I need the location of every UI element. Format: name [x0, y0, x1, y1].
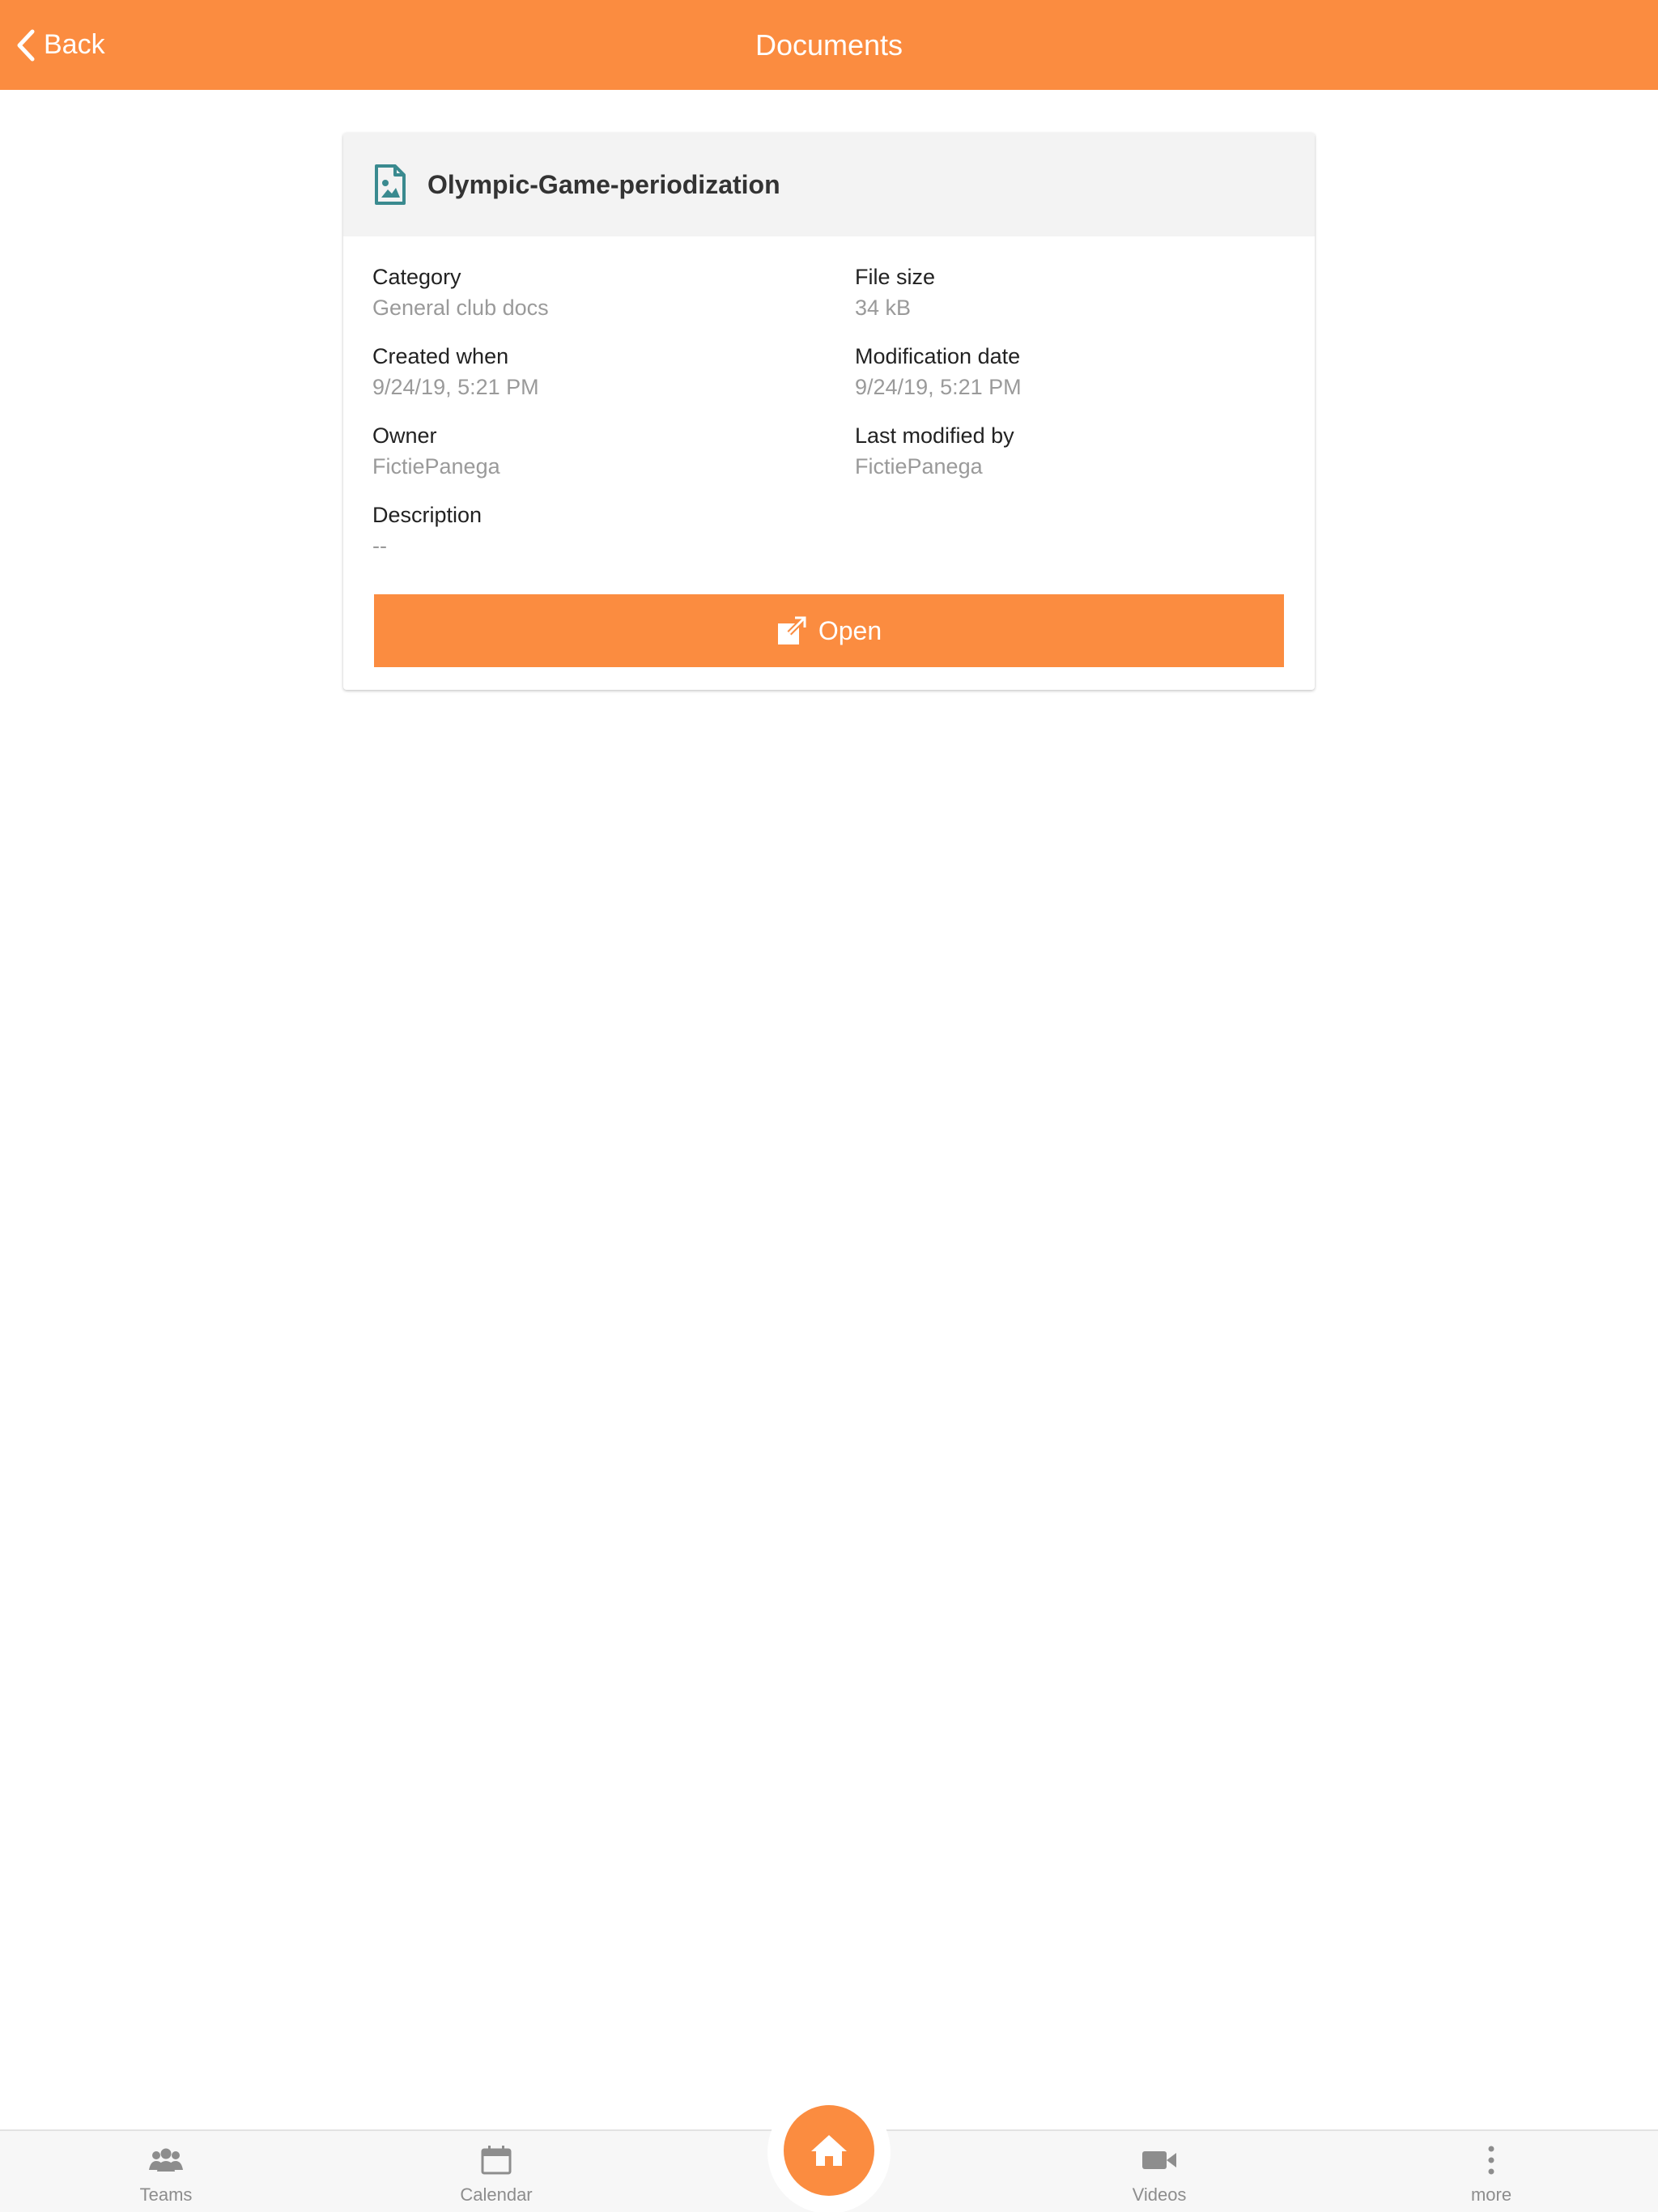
nav-label-videos: Videos — [1132, 2184, 1187, 2205]
nav-item-videos[interactable]: Videos — [1078, 2131, 1240, 2212]
document-title: Olympic-Game-periodization — [427, 169, 780, 199]
nav-label-more: more — [1470, 2184, 1512, 2205]
image-file-icon — [375, 164, 406, 205]
document-card-header: Olympic-Game-periodization — [343, 133, 1315, 236]
field-created-when: Created when 9/24/19, 5:21 PM — [372, 342, 793, 402]
document-card: Olympic-Game-periodization Category Gene… — [343, 133, 1315, 690]
nav-label-calendar: Calendar — [460, 2184, 533, 2205]
field-value: General club docs — [372, 296, 549, 320]
field-label: Category — [372, 265, 461, 289]
open-button-label: Open — [818, 615, 882, 645]
more-vertical-icon — [1488, 2146, 1494, 2175]
video-camera-icon — [1142, 2151, 1176, 2169]
field-file-size: File size 34 kB — [855, 262, 1276, 322]
field-description: Description -- — [372, 500, 793, 560]
field-value: 34 kB — [855, 296, 912, 320]
field-label: Modification date — [855, 344, 1021, 368]
external-link-icon — [777, 616, 806, 644]
field-value: 9/24/19, 5:21 PM — [372, 375, 539, 399]
field-label: Last modified by — [855, 423, 1014, 448]
home-icon — [811, 2135, 847, 2166]
field-value: FictiePanega — [372, 454, 500, 479]
nav-item-calendar[interactable]: Calendar — [415, 2131, 577, 2212]
teams-icon — [149, 2148, 183, 2172]
calendar-icon — [481, 2146, 512, 2175]
field-label: File size — [855, 265, 936, 289]
nav-label-teams: Teams — [139, 2184, 193, 2205]
nav-item-teams[interactable]: Teams — [85, 2131, 247, 2212]
field-label: Owner — [372, 423, 437, 448]
home-button[interactable] — [784, 2105, 874, 2196]
field-value: FictiePanega — [855, 454, 983, 479]
open-document-button[interactable]: Open — [374, 594, 1284, 667]
page-title: Documents — [755, 28, 903, 62]
field-category: Category General club docs — [372, 262, 793, 322]
top-bar: Back Documents — [0, 0, 1658, 90]
field-owner: Owner FictiePanega — [372, 421, 793, 481]
field-modification-date: Modification date 9/24/19, 5:21 PM — [855, 342, 1276, 402]
field-value: -- — [372, 534, 387, 558]
field-label: Description — [372, 503, 483, 527]
field-value: 9/24/19, 5:21 PM — [855, 375, 1022, 399]
nav-item-more[interactable]: more — [1410, 2131, 1572, 2212]
field-label: Created when — [372, 344, 509, 368]
field-last-modified-by: Last modified by FictiePanega — [855, 421, 1276, 481]
app-root: Back Documents Olympic-Game-periodizatio… — [0, 0, 1658, 2212]
